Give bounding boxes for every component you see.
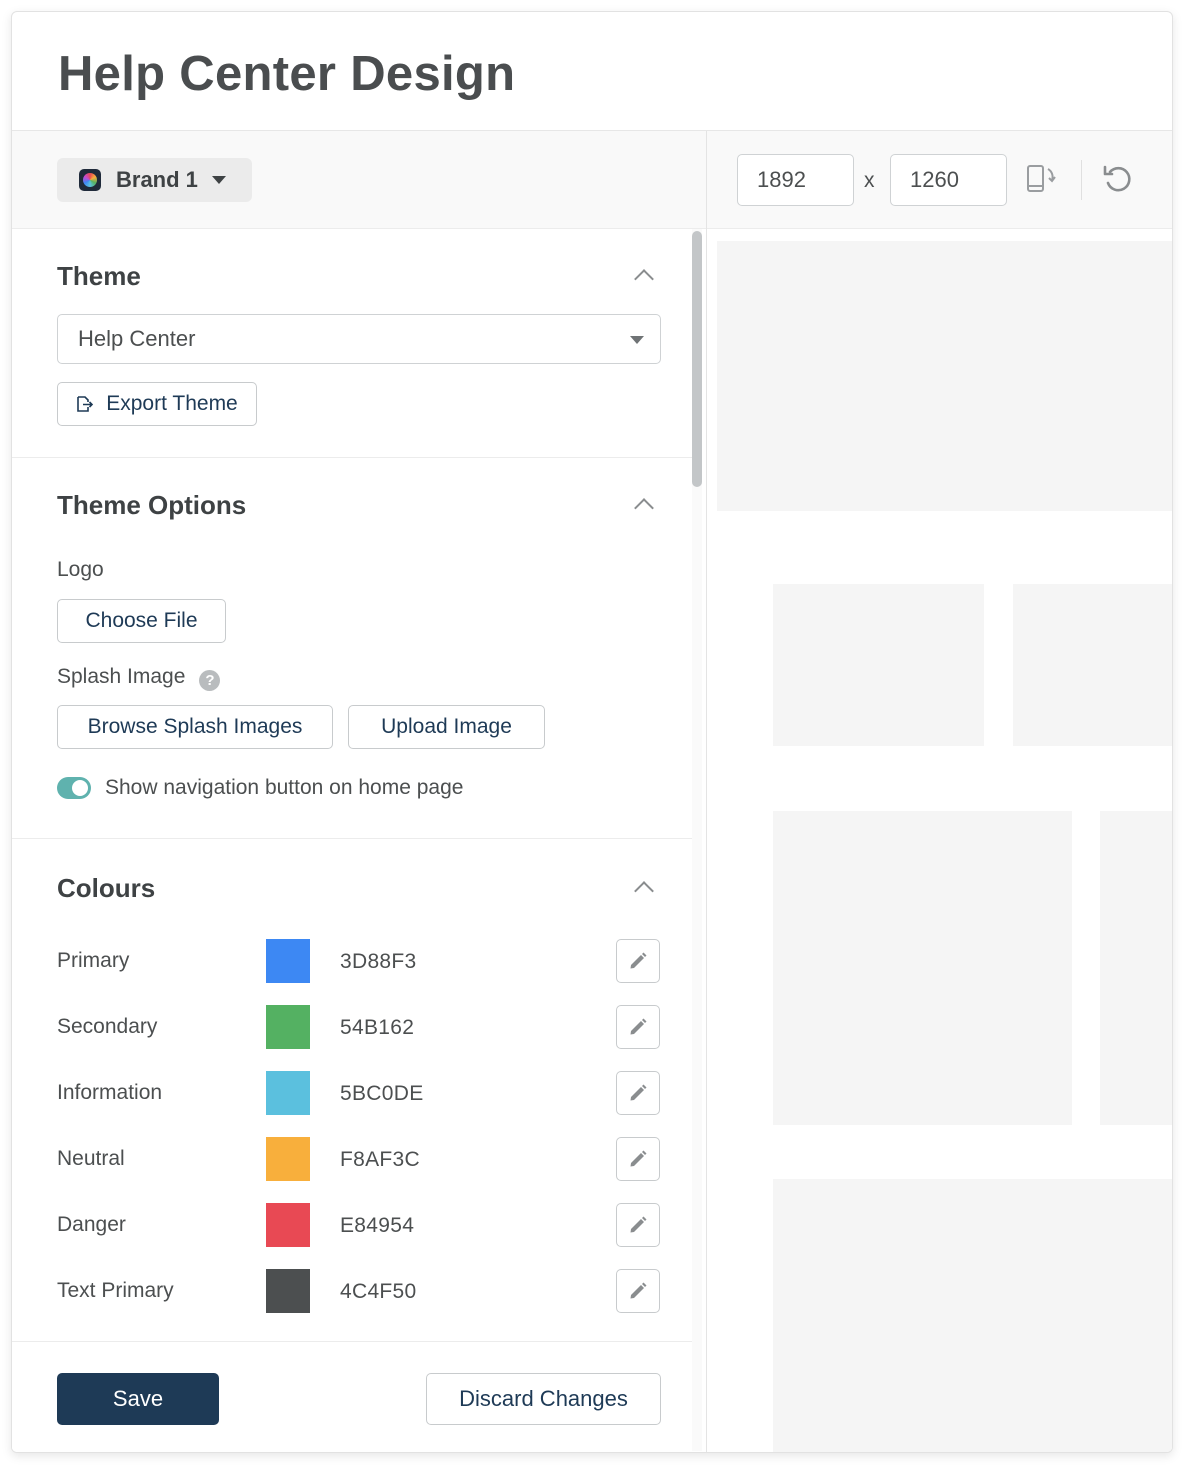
colours-section: Colours Primary 3D88F3 Secondary 54B162 Info… [12, 839, 692, 1341]
color-row: Text Primary 4C4F50 [57, 1269, 663, 1315]
preview-card-placeholder [1013, 584, 1172, 746]
color-row: Secondary 54B162 [57, 1005, 663, 1051]
discard-label: Discard Changes [459, 1386, 628, 1411]
theme-select[interactable]: Help Center [57, 314, 661, 364]
form-footer: Save Discard Changes [12, 1341, 692, 1452]
color-name: Secondary [57, 1015, 158, 1038]
color-swatch [266, 1005, 310, 1049]
color-swatch [266, 1071, 310, 1115]
color-hex-value: 3D88F3 [340, 950, 417, 973]
edit-color-button[interactable] [616, 1137, 660, 1181]
color-hex-value: F8AF3C [340, 1148, 420, 1171]
help-center-design-window: Help Center Design Brand 1 Theme Help Ce… [11, 11, 1173, 1453]
brand-logo-icon [79, 169, 101, 191]
theme-section: Theme Help Center Export Theme [12, 229, 692, 458]
color-swatch [266, 1203, 310, 1247]
color-name: Information [57, 1081, 163, 1104]
toolbar-separator [1081, 160, 1082, 200]
color-row: Danger E84954 [57, 1203, 663, 1249]
pencil-icon [630, 1282, 647, 1299]
pencil-icon [630, 1216, 647, 1233]
color-hex-value: 5BC0DE [340, 1082, 424, 1105]
export-icon [77, 396, 94, 412]
edit-color-button[interactable] [616, 1203, 660, 1247]
collapse-theme-options-icon[interactable] [634, 498, 654, 518]
preview-banner-placeholder [717, 241, 1172, 511]
edit-color-button[interactable] [616, 1269, 660, 1313]
chevron-down-icon [211, 176, 226, 184]
pencil-icon [630, 1018, 647, 1035]
save-button[interactable]: Save [57, 1373, 219, 1425]
color-hex-value: 4C4F50 [340, 1280, 417, 1303]
chevron-down-icon [630, 336, 644, 344]
pencil-icon [630, 952, 647, 969]
brand-selector[interactable]: Brand 1 [57, 158, 252, 202]
color-name: Neutral [57, 1147, 125, 1170]
choose-file-label: Choose File [85, 609, 198, 632]
edit-color-button[interactable] [616, 1005, 660, 1049]
color-name: Danger [57, 1213, 126, 1236]
color-name: Text Primary [57, 1279, 174, 1302]
browse-splash-images-button[interactable]: Browse Splash Images [57, 705, 333, 749]
theme-section-title: Theme [57, 261, 141, 291]
theme-select-value: Help Center [78, 326, 196, 351]
save-label: Save [112, 1386, 164, 1411]
preview-block-placeholder [773, 811, 1072, 1125]
edit-color-button[interactable] [616, 1071, 660, 1115]
color-row: Primary 3D88F3 [57, 939, 663, 985]
color-swatch [266, 1137, 310, 1181]
upload-image-label: Upload Image [381, 715, 512, 738]
color-hex-value: 54B162 [340, 1016, 415, 1039]
discard-changes-button[interactable]: Discard Changes [426, 1373, 661, 1425]
rotate-device-icon[interactable] [1025, 161, 1061, 197]
color-row: Information 5BC0DE [57, 1071, 663, 1117]
brand-label: Brand 1 [116, 167, 198, 192]
preview-panel: x [707, 131, 1172, 1452]
preview-footer-placeholder [773, 1179, 1172, 1452]
settings-panel: Brand 1 Theme Help Center Export Theme T… [12, 131, 706, 1452]
export-theme-button[interactable]: Export Theme [57, 382, 257, 426]
preview-block-placeholder [1100, 811, 1172, 1125]
browse-splash-label: Browse Splash Images [87, 715, 303, 738]
color-swatch [266, 939, 310, 983]
color-row: Neutral F8AF3C [57, 1137, 663, 1183]
reset-icon[interactable] [1101, 163, 1135, 197]
export-theme-label: Export Theme [106, 392, 238, 415]
dimension-separator: x [864, 169, 875, 192]
edit-color-button[interactable] [616, 939, 660, 983]
splash-image-label: Splash Image [57, 665, 186, 688]
logo-label: Logo [57, 558, 104, 581]
color-name: Primary [57, 949, 130, 972]
theme-options-title: Theme Options [57, 490, 247, 520]
choose-file-button[interactable]: Choose File [57, 599, 226, 643]
page-title: Help Center Design [58, 47, 516, 101]
preview-width-input[interactable] [737, 154, 854, 206]
collapse-colours-icon[interactable] [634, 881, 654, 901]
navigation-button-toggle[interactable] [57, 777, 91, 799]
preview-height-input[interactable] [890, 154, 1007, 206]
pencil-icon [630, 1084, 647, 1101]
splash-image-label-row: Splash Image? [57, 665, 221, 691]
preview-toolbar: x [707, 131, 1172, 229]
toggle-label: Show navigation button on home page [105, 776, 464, 799]
colours-title: Colours [57, 873, 156, 903]
help-icon[interactable]: ? [199, 670, 221, 691]
color-hex-value: E84954 [340, 1214, 415, 1237]
upload-image-button[interactable]: Upload Image [348, 705, 545, 749]
brand-toolbar: Brand 1 [12, 131, 706, 229]
pencil-icon [630, 1150, 647, 1167]
theme-options-section: Theme Options Logo Choose File Splash Im… [12, 458, 692, 839]
scrollbar-thumb[interactable] [692, 231, 702, 487]
collapse-theme-icon[interactable] [634, 269, 654, 289]
color-swatch [266, 1269, 310, 1313]
preview-card-placeholder [773, 584, 984, 746]
